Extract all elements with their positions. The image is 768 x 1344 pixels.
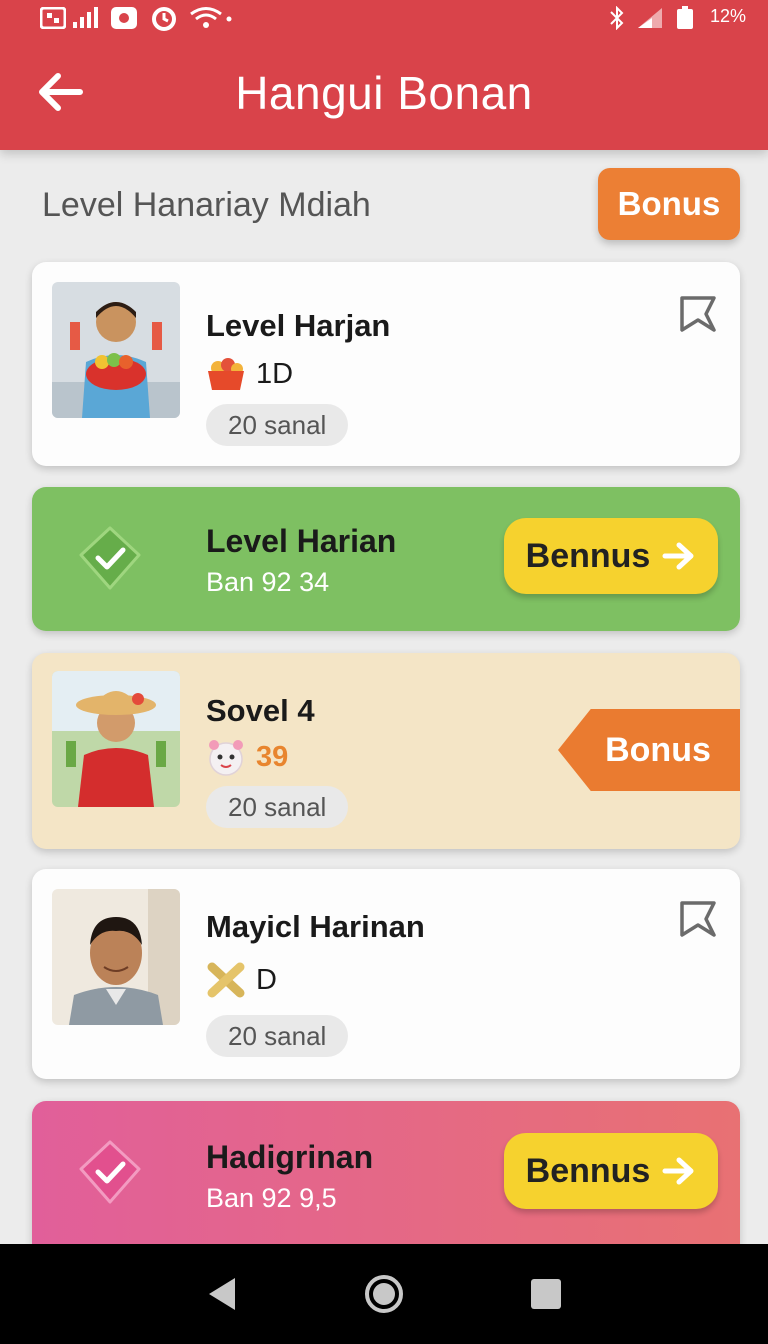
level-card-highlighted[interactable]: Sovel 4 39 20 sanal Bonus xyxy=(32,653,740,849)
meta-row: 1D xyxy=(206,356,293,392)
signal-icon xyxy=(636,6,664,30)
meta-row: D xyxy=(206,961,277,999)
card-title: Mayicl Harinan xyxy=(206,909,425,944)
back-triangle-icon xyxy=(209,1278,235,1310)
bonus-action-label: Bennus xyxy=(525,1151,651,1190)
crossed-tools-icon xyxy=(207,962,245,998)
alarm-icon xyxy=(150,6,178,31)
duration-pill: 20 sanal xyxy=(206,786,349,828)
card-title: Level Harjan xyxy=(206,308,391,343)
arrow-right-icon xyxy=(662,542,694,570)
card-title: Sovel 4 xyxy=(206,693,315,728)
nav-home-button[interactable] xyxy=(360,1270,408,1318)
wifi-icon xyxy=(188,6,234,30)
bonus-ribbon[interactable]: Bonus xyxy=(558,709,740,791)
camera-icon xyxy=(110,6,138,30)
notification-icon xyxy=(40,6,66,30)
level-card-completed[interactable]: Level Harian Ban 92 34 Bennus xyxy=(32,487,740,631)
bonus-button[interactable]: Bonus xyxy=(598,168,740,240)
meta-row: 39 xyxy=(206,737,288,777)
level-card-completed[interactable]: Hadigrinan Ban 92 9,5 Bennus xyxy=(32,1101,740,1261)
page-title: Hangui Bonan xyxy=(235,67,533,119)
meta-value: 39 xyxy=(256,740,289,773)
card-title: Hadigrinan xyxy=(206,1139,374,1175)
bonus-action-label: Bennus xyxy=(525,536,651,575)
app-header: 12% Hangui Bonan xyxy=(0,0,768,150)
home-circle-icon xyxy=(365,1275,403,1313)
level-card[interactable]: Mayicl Harinan D 20 sanal xyxy=(32,869,740,1079)
nav-recents-button[interactable] xyxy=(522,1270,570,1318)
check-badge-icon xyxy=(79,1140,141,1204)
signal-icon xyxy=(72,6,98,30)
bonus-action-button[interactable]: Bennus xyxy=(504,1133,718,1209)
check-badge-icon xyxy=(79,526,141,590)
section-heading: Level Hanariay Mdiah xyxy=(42,186,371,224)
bonus-action-button[interactable]: Bennus xyxy=(504,518,718,594)
arrow-right-icon xyxy=(662,1157,694,1185)
recents-square-icon xyxy=(531,1279,561,1309)
cute-face-icon xyxy=(209,740,243,776)
system-nav-bar xyxy=(0,1244,768,1344)
duration-pill: 20 sanal xyxy=(206,1015,349,1057)
battery-percent: 12% xyxy=(709,6,746,26)
status-bar: 12% xyxy=(0,0,768,40)
card-title: Level Harian xyxy=(206,523,397,559)
fruit-basket-icon xyxy=(208,358,244,390)
bookmark-icon[interactable] xyxy=(678,899,718,939)
nav-back-button[interactable] xyxy=(198,1270,246,1318)
profile-photo-boy-with-fruit xyxy=(52,282,180,418)
meta-value: D xyxy=(256,963,277,996)
bookmark-icon[interactable] xyxy=(678,294,718,334)
duration-pill: 20 sanal xyxy=(206,404,349,446)
card-subtitle: Ban 92 34 xyxy=(206,567,330,597)
bluetooth-icon xyxy=(608,6,626,30)
battery-icon xyxy=(676,6,694,30)
profile-photo-boy-with-hat xyxy=(52,671,180,807)
card-subtitle: Ban 92 9,5 xyxy=(206,1183,337,1213)
meta-value: 1D xyxy=(256,357,294,390)
profile-photo-man xyxy=(52,889,180,1025)
level-card[interactable]: Level Harjan 1D 20 sanal xyxy=(32,262,740,466)
